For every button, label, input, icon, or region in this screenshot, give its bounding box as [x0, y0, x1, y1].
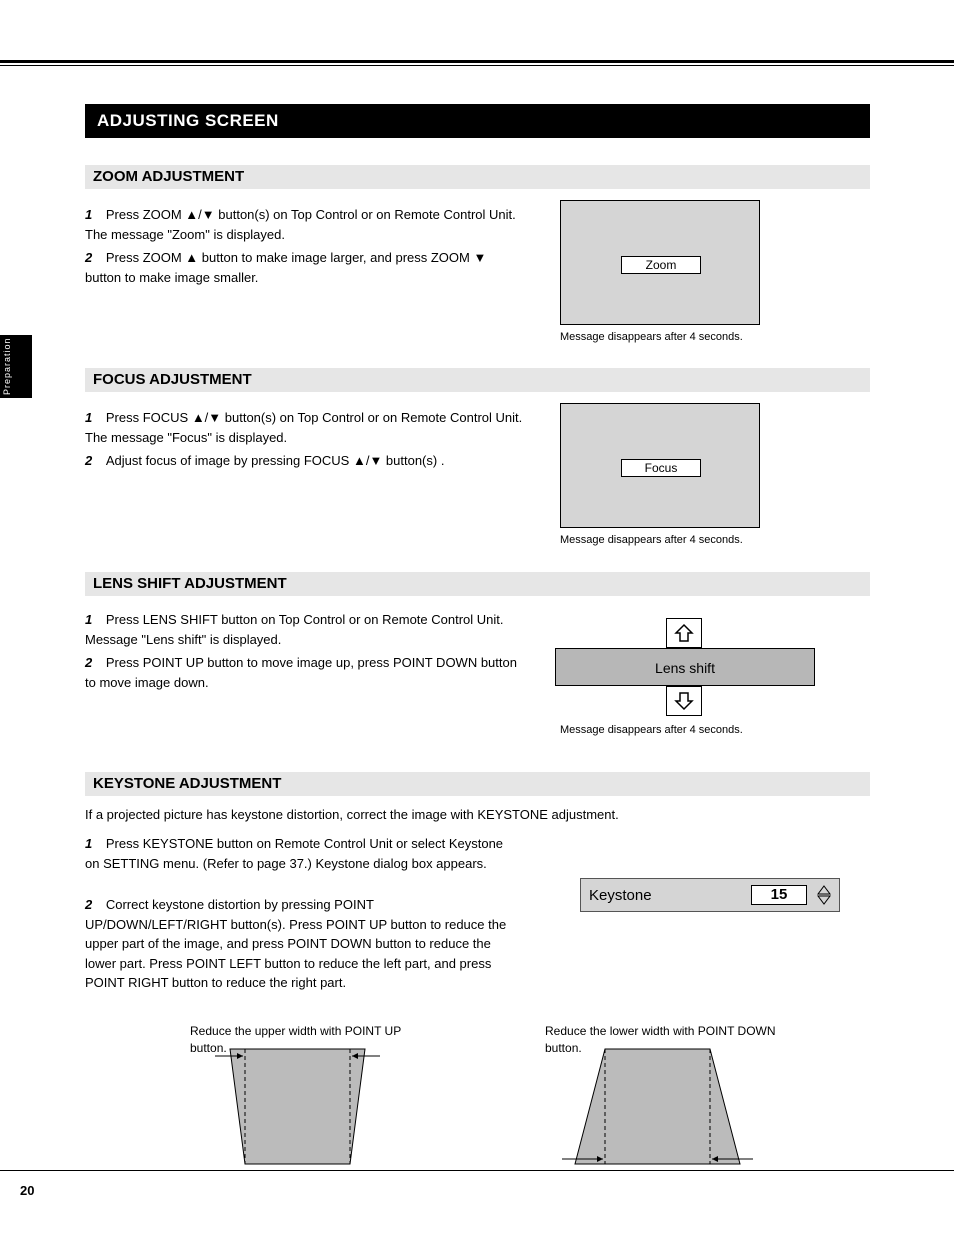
step-number: 2	[85, 897, 92, 912]
focus-screen-illustration: Focus	[560, 403, 760, 528]
keystone-dialog-value: 15	[751, 885, 807, 905]
keystone-dialog: Keystone 15	[580, 878, 840, 912]
lensshift-note: Message disappears after 4 seconds.	[560, 723, 743, 739]
lensshift-bar: Lens shift	[555, 648, 815, 686]
top-double-rule-2	[0, 65, 954, 66]
focus-osd-box: Focus	[621, 459, 701, 477]
focus-step1-text: Press FOCUS ▲/▼ button(s) on Top Control…	[85, 410, 522, 445]
top-double-rule-1	[0, 60, 954, 63]
focus-note: Message disappears after 4 seconds.	[560, 533, 743, 549]
step-number: 2	[85, 250, 92, 265]
zoom-screen-illustration: Zoom	[560, 200, 760, 325]
zoom-note: Message disappears after 4 seconds.	[560, 330, 743, 346]
lensshift-step1-text: Press LENS SHIFT button on Top Control o…	[85, 612, 504, 647]
keystone-step2-text: Correct keystone distortion by pressing …	[85, 897, 506, 990]
keystone-reduce-upper-illustration	[210, 1044, 385, 1169]
zoom-step1-text: Press ZOOM ▲/▼ button(s) on Top Control …	[85, 207, 516, 242]
lensshift-heading: LENS SHIFT ADJUSTMENT	[85, 572, 870, 596]
lensshift-step2-text: Press POINT UP button to move image up, …	[85, 655, 517, 690]
zoom-osd-box: Zoom	[621, 256, 701, 274]
focus-heading: FOCUS ADJUSTMENT	[85, 368, 870, 392]
page-number: 20	[20, 1183, 34, 1198]
step-number: 1	[85, 207, 92, 222]
section-banner: ADJUSTING SCREEN	[85, 104, 870, 138]
zoom-step2-text: Press ZOOM ▲ button to make image larger…	[85, 250, 486, 285]
lensshift-up-arrow-box	[666, 618, 702, 648]
step-number: 1	[85, 836, 92, 851]
keystone-heading: KEYSTONE ADJUSTMENT	[85, 772, 870, 796]
sidebar-tab: Preparation	[0, 335, 32, 398]
keystone-step1-text: Press KEYSTONE button on Remote Control …	[85, 836, 503, 871]
keystone-intro: If a projected picture has keystone dist…	[85, 806, 845, 825]
keystone-updown-icon	[817, 885, 831, 905]
keystone-dialog-label: Keystone	[589, 887, 751, 904]
bottom-rule	[0, 1170, 954, 1171]
step-number: 2	[85, 453, 92, 468]
lensshift-down-arrow-box	[666, 686, 702, 716]
arrow-up-icon	[674, 623, 694, 643]
step-number: 1	[85, 410, 92, 425]
keystone-reduce-lower-illustration	[560, 1044, 755, 1169]
focus-step2-text: Adjust focus of image by pressing FOCUS …	[96, 453, 445, 468]
arrow-down-icon	[674, 691, 694, 711]
step-number: 2	[85, 655, 92, 670]
zoom-heading: ZOOM ADJUSTMENT	[85, 165, 870, 189]
step-number: 1	[85, 612, 92, 627]
